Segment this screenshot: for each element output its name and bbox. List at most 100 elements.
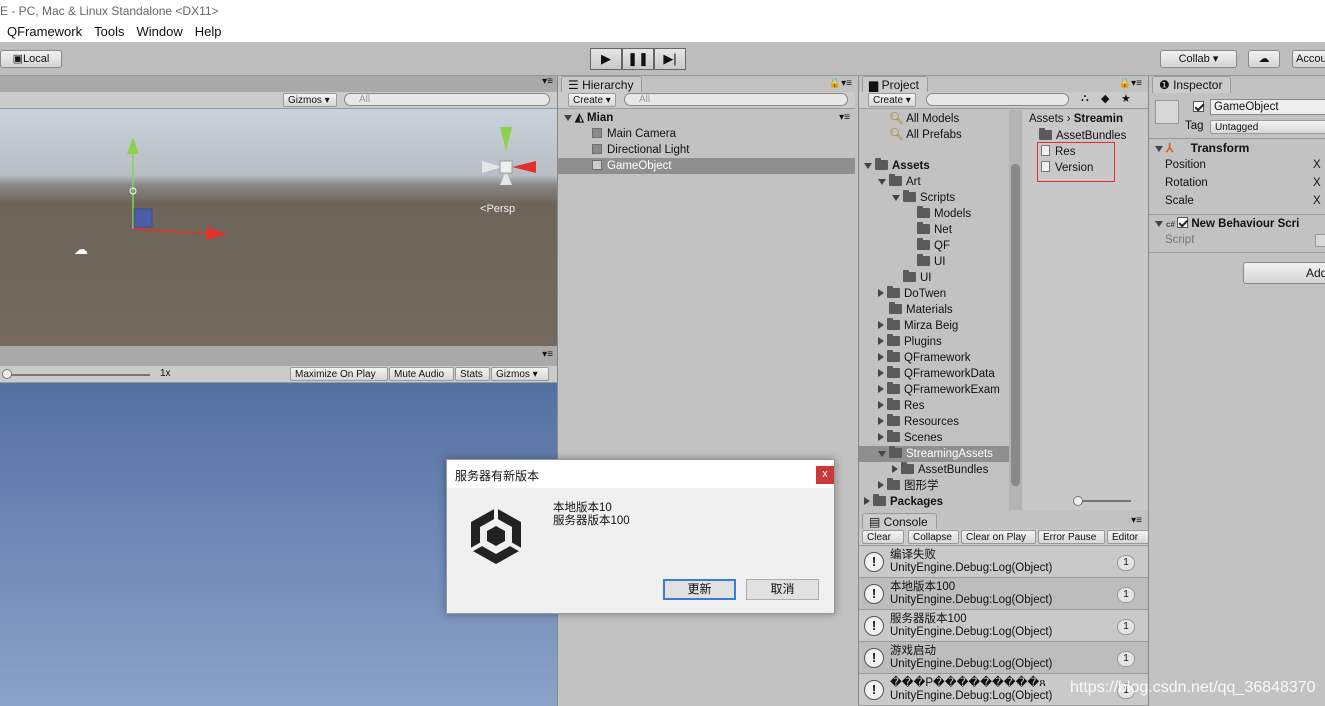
step-button[interactable]: ▶| (654, 48, 686, 70)
collab-button[interactable]: Collab ▾ (1160, 50, 1237, 68)
script-field[interactable] (1315, 234, 1325, 247)
tag-dropdown[interactable]: Untagged (1210, 120, 1325, 134)
scale-slider[interactable] (6, 374, 150, 376)
tree-item-graphics[interactable]: 图形学 (878, 478, 939, 494)
project-search-input[interactable] (926, 93, 1069, 106)
console-collapse-button[interactable]: Collapse (908, 530, 959, 544)
component-header[interactable]: c# New Behaviour Scri (1155, 216, 1299, 232)
mute-audio-toggle[interactable]: Mute Audio (389, 367, 454, 381)
tree-item-materials[interactable]: Materials (889, 302, 953, 318)
scene-gizmos-dropdown[interactable]: Gizmos ▾ (283, 93, 337, 107)
menu-icon[interactable]: ▾≡ (542, 76, 553, 87)
orientation-gizmo-icon[interactable] (478, 117, 540, 201)
transform-header[interactable]: ⅄ Transform (1155, 140, 1249, 156)
console-entry[interactable]: ! 编译失败 UnityEngine.Debug:Log(Object) 1 (859, 546, 1148, 578)
tree-item-assets[interactable]: Assets (864, 158, 930, 174)
cancel-button[interactable]: 取消 (746, 579, 819, 600)
tree-item-mirza-beig[interactable]: Mirza Beig (878, 318, 958, 334)
rotation-x-label[interactable]: X (1313, 175, 1321, 191)
hierarchy-create-dropdown[interactable]: Create ▾ (568, 93, 616, 107)
tree-item-qframeworkdata[interactable]: QFrameworkData (878, 366, 995, 382)
icon-size-slider-thumb[interactable] (1073, 496, 1083, 506)
stats-toggle[interactable]: Stats (455, 367, 490, 381)
tree-item-plugins[interactable]: Plugins (878, 334, 942, 350)
lock-icon[interactable]: 🔒▾≡ (829, 78, 852, 89)
tree-item-scripts[interactable]: Scripts (892, 190, 955, 206)
tree-item-ui-2[interactable]: UI (903, 270, 932, 286)
console-clear-button[interactable]: Clear (862, 530, 904, 544)
tree-scrollbar[interactable] (1009, 110, 1022, 510)
console-clear-on-play-button[interactable]: Clear on Play (961, 530, 1036, 544)
persp-label[interactable]: <Persp (480, 203, 515, 215)
hierarchy-search-input[interactable]: All (624, 93, 848, 106)
tree-item-net[interactable]: Net (917, 222, 952, 238)
position-x-label[interactable]: X (1313, 157, 1321, 173)
maximize-on-play-toggle[interactable]: Maximize On Play (290, 367, 388, 381)
tree-item-dotwen[interactable]: DoTwen (878, 286, 946, 302)
tree-item-models[interactable]: Models (917, 206, 971, 222)
scale-slider-thumb[interactable] (2, 369, 12, 379)
favorite-all-models[interactable]: 🔍︎ All Models (889, 111, 959, 127)
scene-root-row[interactable]: ◭ Mian ▾≡ (564, 110, 854, 126)
tree-item-qframeworkexam[interactable]: QFrameworkExam (878, 382, 1000, 398)
dialog-close-button[interactable]: x (816, 466, 834, 484)
tree-item-scenes[interactable]: Scenes (878, 430, 942, 446)
component-enabled-checkbox[interactable] (1177, 217, 1189, 228)
tree-item-resources[interactable]: Resources (878, 414, 959, 430)
file-item-res[interactable]: Res (1041, 144, 1075, 160)
menu-icon[interactable]: ▾≡ (839, 110, 850, 126)
tree-item-streamingassets[interactable]: StreamingAssets (859, 446, 1009, 462)
console-entry[interactable]: ! 服务器版本100 UnityEngine.Debug:Log(Object) 1 (859, 610, 1148, 642)
tab-hierarchy[interactable]: ☰ Hierarchy (561, 76, 643, 93)
favorite-star-icon[interactable]: ★ (1121, 92, 1131, 105)
account-button[interactable]: Accou (1292, 50, 1325, 68)
project-create-dropdown[interactable]: Create ▾ (868, 93, 916, 107)
scene-search-input[interactable]: All (344, 93, 550, 106)
active-checkbox[interactable] (1193, 101, 1204, 112)
add-component-button[interactable]: Add (1243, 262, 1325, 284)
scene-view[interactable]: ☁ <Persp (0, 109, 557, 346)
name-field[interactable]: GameObject (1210, 99, 1325, 115)
pause-button[interactable]: ❚❚ (622, 48, 654, 70)
scale-x-label[interactable]: X (1313, 193, 1321, 209)
collapse-arrow-icon (878, 353, 884, 361)
menu-tools[interactable]: Tools (94, 24, 124, 39)
console-entry[interactable]: ! 游戏启动 UnityEngine.Debug:Log(Object) 1 (859, 642, 1148, 674)
tree-item-ui[interactable]: UI (917, 254, 946, 270)
console-editor-dropdown[interactable]: Editor (1107, 530, 1148, 544)
tree-item-qf[interactable]: QF (917, 238, 950, 254)
tree-item-art[interactable]: Art (878, 174, 921, 190)
menu-icon[interactable]: ▾≡ (1131, 515, 1142, 526)
filter-type-icon[interactable]: ⛬ (1081, 92, 1089, 105)
tree-item-packages[interactable]: Packages (864, 494, 943, 510)
hierarchy-item-gameobject[interactable]: GameObject (558, 158, 855, 174)
filter-label-icon[interactable]: ◆ (1101, 92, 1109, 105)
game-gizmos-dropdown[interactable]: Gizmos ▾ (491, 367, 549, 381)
console-entry[interactable]: ! 本地版本100 UnityEngine.Debug:Log(Object) 1 (859, 578, 1148, 610)
tab-inspector[interactable]: ❶ Inspector (1152, 76, 1232, 93)
hierarchy-item-directional-light[interactable]: Directional Light (592, 142, 689, 158)
play-button[interactable]: ▶ (590, 48, 622, 70)
menu-window[interactable]: Window (136, 24, 182, 39)
hierarchy-item-main-camera[interactable]: Main Camera (592, 126, 676, 142)
local-button[interactable]: ▣Local (0, 50, 62, 68)
tree-item-assetbundles[interactable]: AssetBundles (892, 462, 988, 478)
lock-icon[interactable]: 🔒▾≡ (1119, 78, 1142, 89)
transform-gizmo[interactable] (0, 109, 557, 346)
tab-project[interactable]: ▆ Project (862, 76, 928, 93)
tab-console[interactable]: ▤ Console (862, 513, 937, 530)
tree-scrollbar-thumb[interactable] (1011, 164, 1020, 486)
favorite-all-prefabs[interactable]: 🔍︎ All Prefabs (889, 127, 962, 143)
tree-item-res[interactable]: Res (878, 398, 924, 414)
tree-item-qframework[interactable]: QFramework (878, 350, 970, 366)
folder-icon (887, 334, 900, 346)
menu-qframework[interactable]: QFramework (7, 24, 82, 39)
cloud-button[interactable]: ☁ (1248, 50, 1280, 68)
light-icon[interactable]: ☁ (74, 241, 88, 258)
file-item-version[interactable]: Version (1041, 160, 1093, 176)
menu-help[interactable]: Help (195, 24, 222, 39)
update-button[interactable]: 更新 (663, 579, 736, 600)
console-error-pause-button[interactable]: Error Pause (1038, 530, 1105, 544)
icon-size-slider[interactable] (1075, 500, 1131, 502)
menu-icon[interactable]: ▾≡ (542, 349, 553, 360)
